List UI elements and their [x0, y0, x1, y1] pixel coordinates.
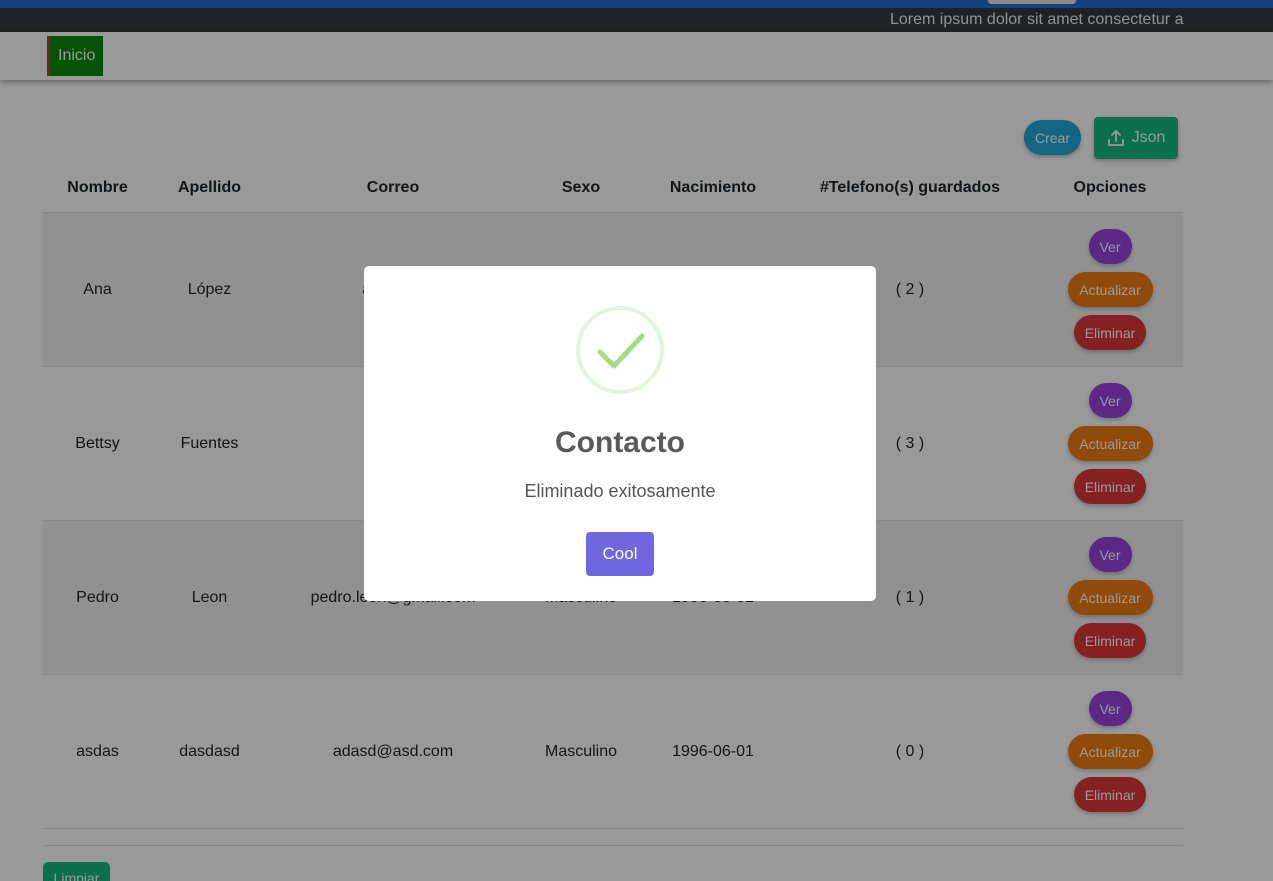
dialog-title: Contacto: [555, 426, 685, 459]
modal-backdrop[interactable]: Contacto Eliminado exitosamente Cool: [0, 0, 1273, 881]
dialog-message: Eliminado exitosamente: [524, 481, 716, 501]
success-dialog: Contacto Eliminado exitosamente Cool: [364, 266, 876, 601]
success-check-icon: [576, 306, 664, 394]
confirm-button[interactable]: Cool: [586, 532, 654, 576]
